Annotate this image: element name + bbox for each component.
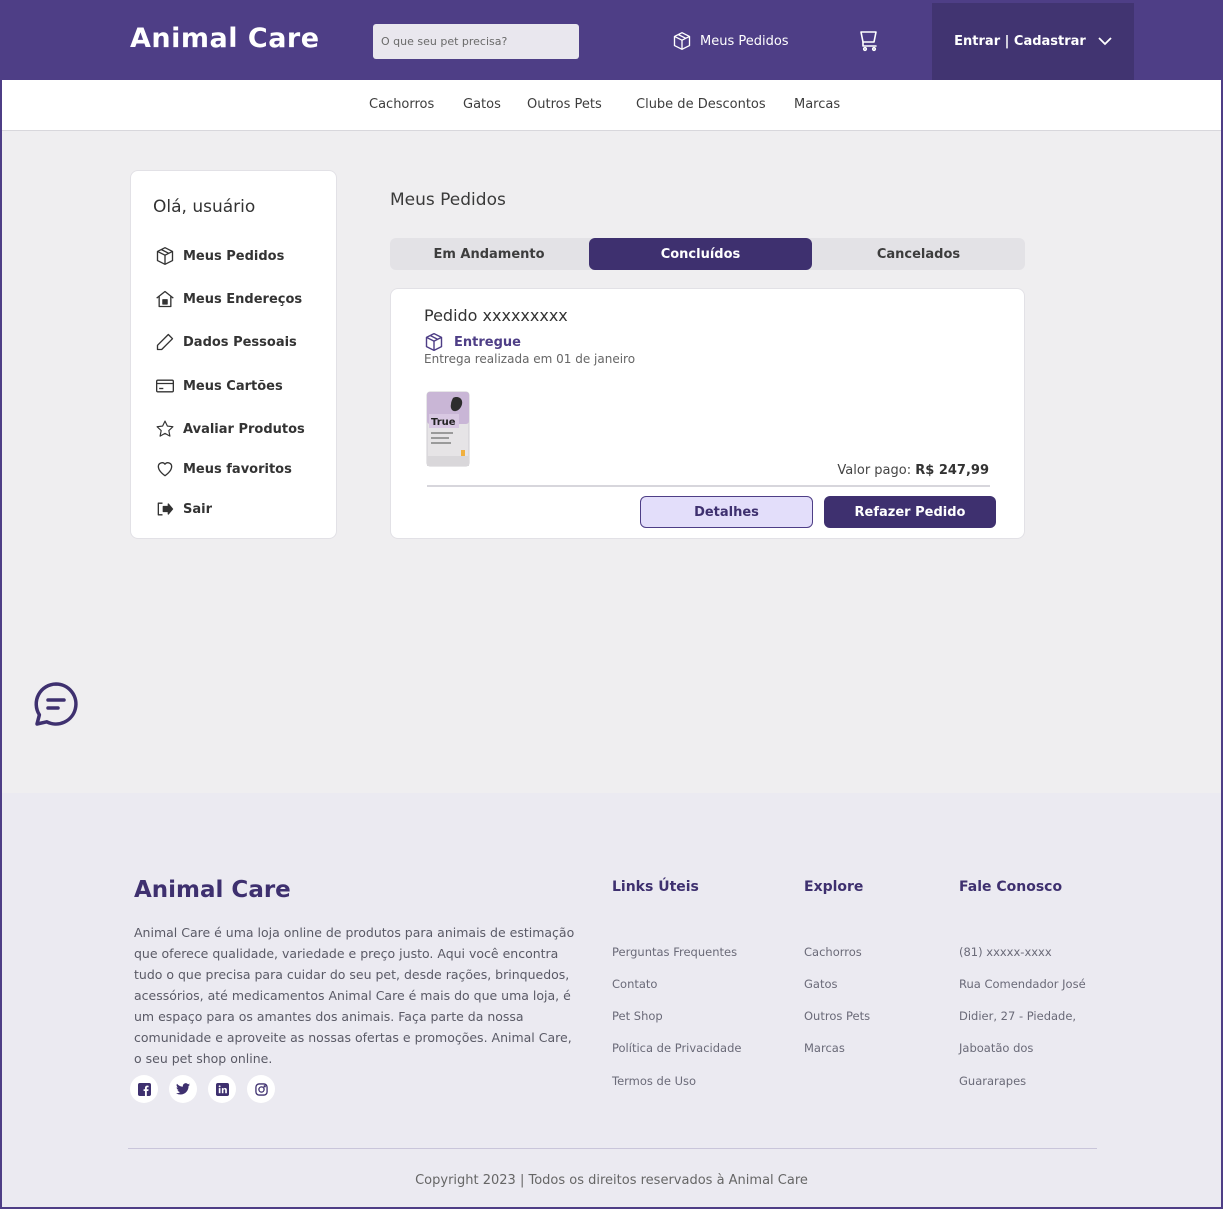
- footer-col-title-fale-conosco: Fale Conosco: [959, 879, 1063, 895]
- footer-contact-phone[interactable]: (81) xxxxx-xxxx: [959, 945, 1052, 959]
- product-image[interactable]: True: [425, 390, 471, 468]
- tab-em-andamento[interactable]: Em Andamento: [390, 238, 588, 270]
- reorder-button[interactable]: Refazer Pedido: [824, 496, 996, 528]
- copyright-text: Copyright 2023 | Todos os direitos reser…: [415, 1173, 808, 1188]
- footer-contact-address-line: Jaboatão dos: [959, 1041, 1034, 1055]
- home-icon: [156, 290, 174, 308]
- pencil-icon: [156, 333, 174, 351]
- site-logo[interactable]: Animal Care: [130, 23, 320, 54]
- page-frame: Animal Care Meus Pedidos Entrar | Cadast…: [0, 0, 1223, 1209]
- box-icon: [425, 332, 443, 352]
- sidebar-item-label: Meus Endereços: [183, 291, 303, 307]
- footer-link-termos-de-uso[interactable]: Termos de Uso: [612, 1074, 696, 1088]
- account-sidebar: Olá, usuário Meus Pedidos Meus Endereços…: [130, 170, 337, 539]
- sidebar-item-meus-favoritos[interactable]: Meus favoritos: [155, 459, 292, 479]
- star-icon: [156, 420, 174, 437]
- chevron-down-icon: [1098, 37, 1112, 46]
- instagram-icon: [254, 1082, 268, 1096]
- nav-item-outros-pets[interactable]: Outros Pets: [527, 97, 602, 112]
- sidebar-item-sair[interactable]: Sair: [155, 499, 212, 519]
- header-orders-link[interactable]: Meus Pedidos: [672, 31, 789, 51]
- sidebar-item-meus-cartoes[interactable]: Meus Cartões: [155, 376, 283, 396]
- order-paid-amount: Valor pago: R$ 247,99: [837, 463, 989, 478]
- nav-item-clube-de-descontos[interactable]: Clube de Descontos: [636, 97, 766, 112]
- nav-item-cachorros[interactable]: Cachorros: [369, 97, 434, 112]
- sidebar-item-label: Meus Cartões: [183, 378, 283, 394]
- twitter-link[interactable]: [169, 1075, 197, 1103]
- sidebar-item-label: Meus Pedidos: [183, 248, 285, 264]
- order-delivery-date: Entrega realizada em 01 de janeiro: [424, 352, 636, 366]
- sidebar-item-label: Dados Pessoais: [183, 334, 297, 350]
- twitter-icon: [176, 1083, 190, 1095]
- linkedin-link[interactable]: [208, 1075, 236, 1103]
- footer-col-title-explore: Explore: [804, 879, 864, 895]
- nav-item-marcas[interactable]: Marcas: [794, 97, 840, 112]
- footer-contact-address-line: Rua Comendador José: [959, 977, 1086, 991]
- footer-divider: [128, 1148, 1097, 1149]
- tab-cancelados[interactable]: Cancelados: [812, 238, 1025, 270]
- paid-value: R$ 247,99: [915, 463, 989, 478]
- footer-link-politica-privacidade[interactable]: Política de Privacidade: [612, 1041, 741, 1055]
- tab-concluidos[interactable]: Concluídos: [589, 238, 812, 270]
- header-orders-label: Meus Pedidos: [700, 33, 789, 49]
- footer-link-marcas[interactable]: Marcas: [804, 1041, 845, 1055]
- order-divider: [427, 485, 990, 487]
- footer-contact-address-line: Guararapes: [959, 1074, 1027, 1088]
- sidebar-item-dados-pessoais[interactable]: Dados Pessoais: [155, 332, 297, 352]
- footer-col-title-links-uteis: Links Úteis: [612, 879, 699, 895]
- footer-link-perguntas-frequentes[interactable]: Perguntas Frequentes: [612, 945, 737, 959]
- footer-link-outros-pets[interactable]: Outros Pets: [804, 1009, 870, 1023]
- order-status-label: Entregue: [454, 334, 521, 350]
- cart-button[interactable]: [857, 30, 881, 56]
- card-icon: [156, 379, 174, 393]
- social-links: [130, 1075, 275, 1103]
- logout-icon: [157, 502, 174, 516]
- page-title: Meus Pedidos: [390, 190, 506, 210]
- search-input[interactable]: [373, 24, 579, 59]
- box-icon: [156, 247, 174, 265]
- order-tabs: Em Andamento Concluídos Cancelados: [390, 238, 1025, 270]
- sidebar-item-avaliar-produtos[interactable]: Avaliar Produtos: [155, 419, 305, 439]
- heart-icon: [157, 462, 173, 477]
- order-title: Pedido xxxxxxxxx: [424, 306, 568, 325]
- facebook-link[interactable]: [130, 1075, 158, 1103]
- facebook-icon: [137, 1082, 151, 1096]
- nav-item-gatos[interactable]: Gatos: [463, 97, 501, 112]
- cart-icon: [860, 31, 877, 52]
- sidebar-item-meus-pedidos[interactable]: Meus Pedidos: [155, 246, 284, 266]
- sidebar-item-label: Meus favoritos: [183, 461, 292, 477]
- chat-icon: [34, 682, 78, 726]
- category-nav: Cachorros Gatos Outros Pets Clube de Des…: [2, 80, 1221, 131]
- instagram-link[interactable]: [247, 1075, 275, 1103]
- order-card: Pedido xxxxxxxxx Entregue Entrega realiz…: [390, 288, 1025, 539]
- order-status: Entregue: [424, 332, 521, 352]
- footer-link-cachorros[interactable]: Cachorros: [804, 945, 862, 959]
- login-register-dropdown[interactable]: Entrar | Cadastrar: [932, 3, 1134, 80]
- sidebar-greeting: Olá, usuário: [153, 197, 256, 217]
- sidebar-item-meus-enderecos[interactable]: Meus Endereços: [155, 289, 302, 309]
- footer-link-pet-shop[interactable]: Pet Shop: [612, 1009, 663, 1023]
- top-header: Animal Care Meus Pedidos Entrar | Cadast…: [2, 3, 1221, 80]
- login-label: Entrar | Cadastrar: [954, 34, 1086, 49]
- chat-button[interactable]: [32, 680, 80, 732]
- footer-contact-address-line: Didier, 27 - Piedade,: [959, 1009, 1077, 1023]
- linkedin-icon: [215, 1082, 229, 1096]
- box-icon: [673, 31, 691, 50]
- sidebar-item-label: Avaliar Produtos: [183, 421, 305, 437]
- footer-link-gatos[interactable]: Gatos: [804, 977, 838, 991]
- product-brand: True: [431, 417, 456, 428]
- paid-label: Valor pago:: [837, 463, 912, 478]
- site-footer: Animal Care Animal Care é uma loja onlin…: [2, 793, 1221, 1207]
- details-button[interactable]: Detalhes: [640, 496, 813, 528]
- footer-link-contato[interactable]: Contato: [612, 977, 657, 991]
- sidebar-item-label: Sair: [183, 501, 213, 517]
- footer-description: Animal Care é uma loja online de produto…: [134, 925, 575, 1066]
- footer-logo: Animal Care: [134, 877, 291, 903]
